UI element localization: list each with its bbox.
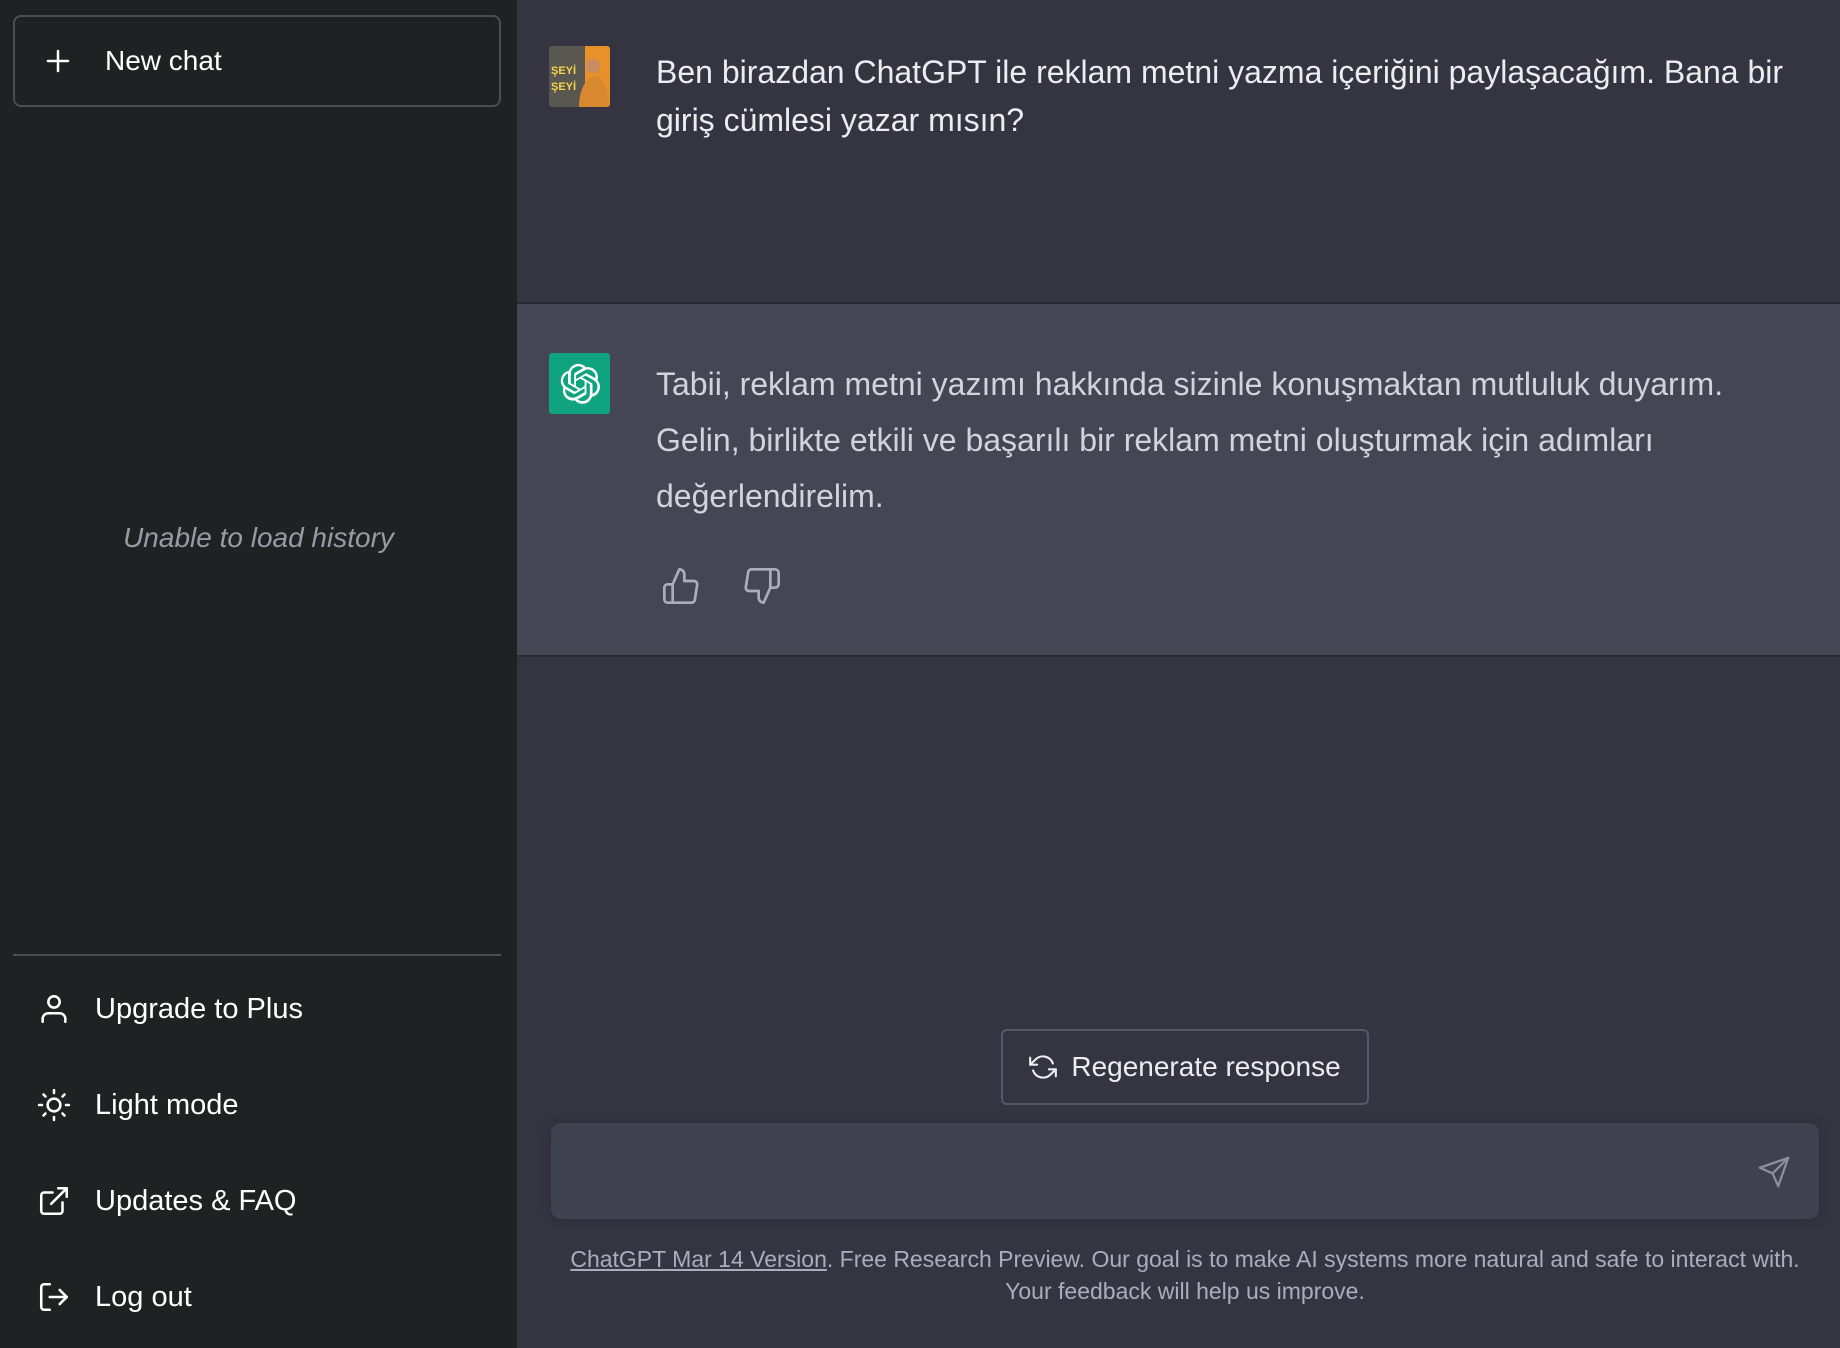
thumbs-down-icon <box>744 567 780 604</box>
sidebar-divider <box>13 954 501 956</box>
thumbs-up-button[interactable] <box>661 566 701 606</box>
log-out-label: Log out <box>95 1280 192 1313</box>
disclaimer-text: . Free Research Preview. Our goal is to … <box>826 1246 1800 1304</box>
assistant-message-text: Tabii, reklam metni yazımı hakkında sizi… <box>656 366 1724 514</box>
sidebar: New chat Unable to load history Upgrade … <box>0 0 517 1348</box>
external-link-icon <box>39 1186 69 1216</box>
updates-faq-label: Updates & FAQ <box>95 1184 297 1217</box>
upgrade-label: Upgrade to Plus <box>95 992 303 1025</box>
message-composer <box>551 1123 1819 1219</box>
avatar-text-1: ŞEYİ <box>551 64 576 77</box>
sun-icon <box>37 1088 71 1122</box>
user-icon <box>41 994 67 1024</box>
version-link[interactable]: ChatGPT Mar 14 Version <box>570 1246 827 1272</box>
light-mode-button[interactable]: Light mode <box>13 1065 501 1145</box>
upgrade-to-plus-button[interactable]: Upgrade to Plus <box>13 969 501 1049</box>
plus-icon <box>46 49 70 73</box>
thumbs-up-icon <box>663 568 699 604</box>
log-out-button[interactable]: Log out <box>13 1257 501 1337</box>
assistant-avatar <box>549 353 610 414</box>
chat-main: ŞEYİ ŞEYİ Ben birazdan ChatGPT ile rekla… <box>517 0 1840 1348</box>
regenerate-label: Regenerate response <box>1071 1051 1341 1082</box>
regenerate-response-button[interactable]: Regenerate response <box>1001 1029 1369 1105</box>
footer-disclaimer: ChatGPT Mar 14 Version. Free Research Pr… <box>551 1243 1819 1307</box>
new-chat-label: New chat <box>105 45 222 76</box>
message-input[interactable] <box>573 1153 1733 1193</box>
avatar-text-2: ŞEYİ <box>551 80 576 93</box>
new-chat-button[interactable]: New chat <box>13 15 501 107</box>
logout-icon <box>39 1282 69 1312</box>
user-message-row: ŞEYİ ŞEYİ Ben birazdan ChatGPT ile rekla… <box>517 0 1840 304</box>
user-message-text: Ben birazdan ChatGPT ile reklam metni ya… <box>656 54 1784 138</box>
assistant-message-row: Tabii, reklam metni yazımı hakkında sizi… <box>517 304 1840 657</box>
user-avatar: ŞEYİ ŞEYİ <box>549 46 610 107</box>
thumbs-down-button[interactable] <box>742 566 782 606</box>
send-button[interactable] <box>1757 1155 1791 1189</box>
openai-logo-icon <box>560 363 600 404</box>
light-mode-label: Light mode <box>95 1088 239 1121</box>
history-error-message: Unable to load history <box>123 522 394 553</box>
updates-faq-link[interactable]: Updates & FAQ <box>13 1161 501 1241</box>
send-icon <box>1758 1156 1790 1188</box>
user-avatar-image: ŞEYİ ŞEYİ <box>549 46 610 107</box>
refresh-icon <box>1029 1055 1058 1079</box>
